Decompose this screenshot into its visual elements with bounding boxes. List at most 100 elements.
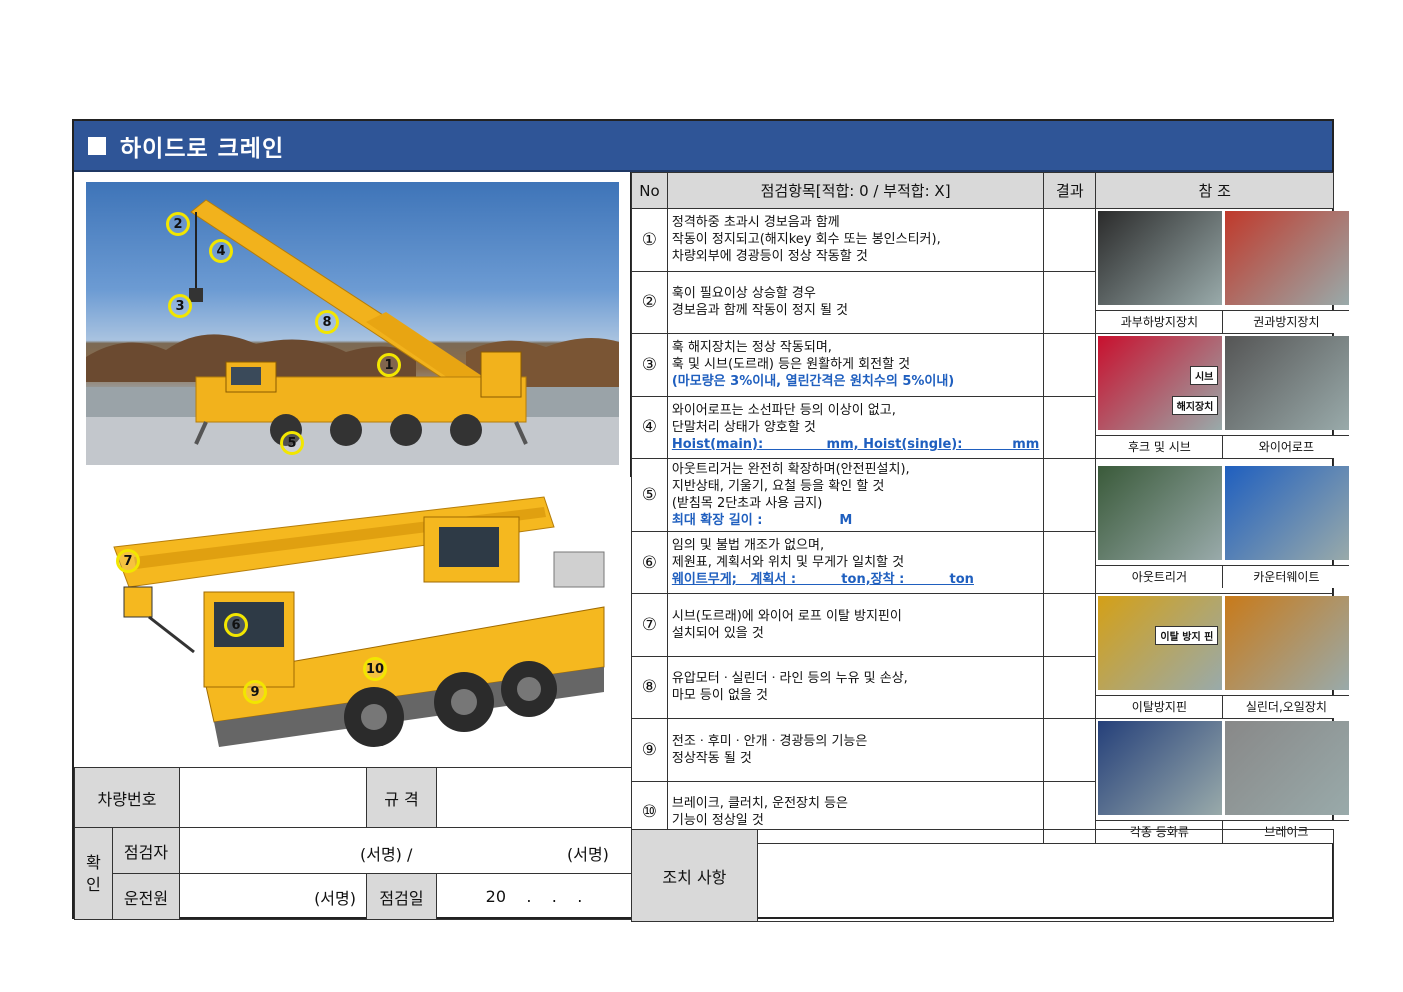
reference-caption: 후크 및 시브 [1096,435,1224,458]
reference-photo: 이탈 방지 핀 [1098,596,1223,690]
item-line: 단말처리 상태가 양호할 것 [671,419,816,435]
item-line: 훅이 필요이상 상승할 경우 [671,286,816,302]
item-description: 임의 및 불법 개조가 없으며, 제원표, 계획서와 위치 및 무게가 일치할 것… [666,531,1045,594]
inspector-sign-field[interactable]: (서명) / (서명) [179,827,632,874]
item-note: 최대 확장 길이 : M [671,513,853,528]
driver-sign-field[interactable]: (서명) [179,873,367,920]
reference-photo [1225,336,1350,430]
item-note: 웨이트무게; 계획서 : ton,장착 : ton [671,572,974,587]
item-line: 제원표, 계획서와 위치 및 무게가 일치할 것 [671,555,905,570]
inspector-label: 점검자 [112,827,180,874]
reference-photo [1098,466,1223,560]
item-number: ① [631,208,668,272]
item-line: 마모 등이 없을 것 [671,688,768,704]
driver-label: 운전원 [112,873,180,920]
item-result-cell[interactable] [1043,593,1097,657]
item-description: 전조ㆍ후미ㆍ안개ㆍ경광등의 기능은 정상작동 될 것 [666,718,1045,782]
checklist-table: No 점검항목[적합: 0 / 부적합: X] 결과 참 조 ① 정격하중 초과시… [631,172,1350,844]
item-description: 유압모터ㆍ실린더ㆍ라인 등의 누유 및 손상, 마모 등이 없을 것 [666,655,1045,719]
action-field[interactable] [756,829,1335,922]
item-line: 브레이크, 클러치, 운전장치 등은 [671,796,849,812]
date-field[interactable]: 20 . . . [436,873,632,920]
item-line: 기능이 정상일 것 [671,813,764,829]
item-line: 시브(도르래)에 와이어 로프 이탈 방지핀이 [671,608,902,624]
reference-photos: 각종 등화류 브레이크 [1095,718,1350,844]
reference-photo [1225,211,1350,305]
item-result-cell[interactable] [1043,395,1097,459]
marker-7: 7 [116,549,140,573]
item-description: 와이어로프는 소선파단 등의 이상이 없고, 단말처리 상태가 양호할 것 Hois… [666,395,1045,459]
checklist-row: ① 정격하중 초과시 경보음과 함께 작동이 정지되고(해지key 회수 또는 봉인… [631,208,1350,334]
reference-photos: 과부하방지장치 권과방지장치 [1095,208,1350,334]
item-result-cell[interactable] [1043,531,1097,594]
action-label: 조치 사항 [631,829,758,922]
reference-caption: 아웃트리거 [1096,565,1224,588]
item-result-cell[interactable] [1043,655,1097,719]
reference-tag: 시브 [1189,366,1219,385]
crane-photo-extended: 2 4 3 8 1 5 [86,182,619,465]
item-line: 설치되어 있을 것 [671,625,764,641]
marker-4: 4 [209,239,233,263]
crane-model-illustration [113,496,605,747]
reference-photo [1225,466,1350,560]
crane-photo-model: 7 6 10 9 [74,477,631,767]
vehicle-no-field[interactable] [179,767,367,828]
reference-photos: 아웃트리거 카운터웨이트 [1095,458,1350,594]
item-description: 정격하중 초과시 경보음과 함께 작동이 정지되고(해지key 회수 또는 봉인스… [666,208,1045,272]
item-result-cell[interactable] [1043,333,1097,397]
item-line: 작동이 정지되고(해지key 회수 또는 봉인스티커), [671,232,941,248]
item-number: ⑨ [631,718,668,782]
inspector-sign-2: (서명) [567,845,609,864]
vehicle-info-table: 차량번호 규 격 확 인 점검자 (서명) / (서명) 운전원 (서명) 점검… [74,767,632,920]
item-note: Hoist(main): mm, Hoist(single): mm [671,436,1040,452]
item-number: ⑥ [631,531,668,594]
item-line: 훅 해지장치는 정상 작동되며, [671,340,832,356]
item-number: ⑦ [631,593,668,657]
item-number: ⑤ [631,458,668,532]
vehicle-no-label: 차량번호 [74,767,180,828]
item-result-cell[interactable] [1043,458,1097,532]
reference-photos: 이탈 방지 핀 이탈방지핀 실린더,오일장치 [1095,593,1350,719]
reference-photo [1225,721,1350,815]
reference-caption: 카운터웨이트 [1223,565,1350,588]
item-result-cell[interactable] [1043,270,1097,334]
reference-photo [1098,211,1223,305]
reference-caption: 과부하방지장치 [1096,310,1224,333]
action-table: 조치 사항 [631,829,1335,922]
item-line: (받침목 2단초과 사용 금지) [671,496,823,511]
checklist-row: ⑦ 시브(도르래)에 와이어 로프 이탈 방지핀이 설치되어 있을 것 이탈 방지 핀… [631,593,1350,719]
marker-1: 1 [377,353,401,377]
reference-tag: 이탈 방지 핀 [1155,626,1219,645]
item-note: (마모량은 3%이내, 열린간격은 원치수의 5%이내) [671,374,955,390]
spec-label: 규 격 [366,767,437,828]
reference-tag: 해지장치 [1171,396,1219,415]
title-bar: 하이드로 크레인 [74,121,1332,172]
item-line: 유압모터ㆍ실린더ㆍ라인 등의 누유 및 손상, [671,671,908,687]
item-result-cell[interactable] [1043,208,1097,272]
date-label: 점검일 [366,873,437,920]
checklist-row: ⑤ 아웃트리거는 완전히 확장하며(안전핀설치), 지반상태, 기울기, 요철 등을… [631,458,1350,594]
item-result-cell[interactable] [1043,718,1097,782]
item-description: 아웃트리거는 완전히 확장하며(안전핀설치), 지반상태, 기울기, 요철 등을 … [666,458,1045,532]
item-description: 훅이 필요이상 상승할 경우 경보음과 함께 작동이 정지 될 것 [666,270,1045,334]
header-result: 결과 [1043,172,1097,209]
page-title: 하이드로 크레인 [120,135,285,162]
reference-caption: 와이어로프 [1223,435,1350,458]
header-ref: 참 조 [1095,172,1334,209]
item-line: 훅 및 시브(도르래) 등은 원활하게 회전할 것 [671,357,911,373]
checklist-row: ⑨ 전조ㆍ후미ㆍ안개ㆍ경광등의 기능은 정상작동 될 것 각종 등화류 브레이크 [631,718,1350,844]
marker-5: 5 [280,431,304,455]
marker-9: 9 [243,680,267,704]
item-number: ② [631,270,668,334]
marker-8: 8 [315,310,339,334]
header-no: No [631,172,668,209]
item-number: ⑧ [631,655,668,719]
item-description: 시브(도르래)에 와이어 로프 이탈 방지핀이 설치되어 있을 것 [666,593,1045,657]
spec-field[interactable] [436,767,632,828]
confirm-label: 확 인 [74,827,113,920]
inspector-sign-1: (서명) / [360,845,413,864]
item-line: 차량외부에 경광등이 정상 작동할 것 [671,249,868,265]
checklist-header: No 점검항목[적합: 0 / 부적합: X] 결과 참 조 [631,172,1334,209]
reference-caption: 권과방지장치 [1223,310,1350,333]
header-item: 점검항목[적합: 0 / 부적합: X] [666,172,1045,209]
